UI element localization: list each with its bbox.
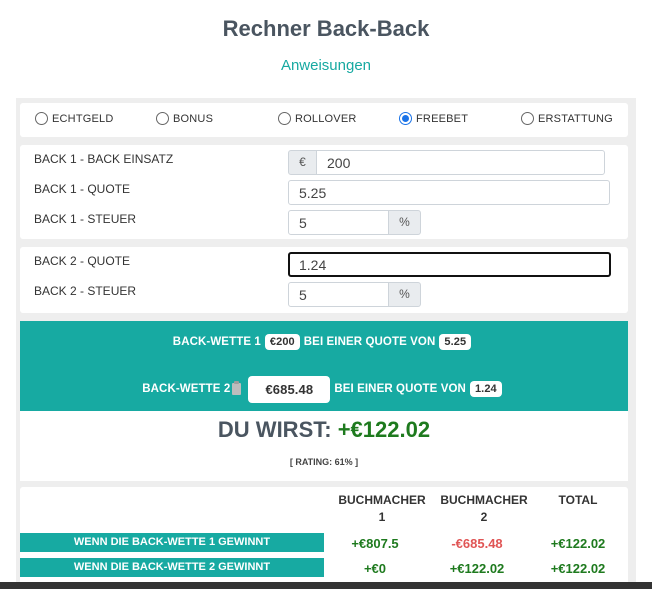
radio-erstattung[interactable]: ERSTATTUNG bbox=[521, 112, 613, 125]
radio-circle[interactable] bbox=[278, 112, 291, 125]
radio-label: FREEBET bbox=[416, 112, 469, 125]
radio-label: ROLLOVER bbox=[295, 112, 357, 125]
back1-stake-label: BACK 1 - BACK EINSATZ bbox=[34, 152, 174, 166]
bet2-stake-badge: €685.48 bbox=[248, 375, 331, 403]
header-total: TOTAL bbox=[558, 493, 598, 507]
rating-text: [ RATING: 61% ] bbox=[289, 457, 359, 467]
currency-addon: € bbox=[288, 150, 317, 175]
radio-rollover[interactable]: ROLLOVER bbox=[278, 112, 357, 125]
radio-circle[interactable] bbox=[35, 112, 48, 125]
instructions-link[interactable]: Anweisungen bbox=[0, 57, 652, 74]
bet2-odds-badge: 1.24 bbox=[469, 381, 502, 397]
bet1-summary-line: BACK-WETTE 1 €200 BEI EINER QUOTE VON 5.… bbox=[20, 332, 628, 352]
back1-odds-input[interactable]: 5.25 bbox=[288, 180, 610, 205]
bet1-mid-text: BEI EINER QUOTE VON bbox=[303, 336, 436, 348]
page-title: Rechner Back-Back bbox=[222, 16, 430, 41]
bottom-bar bbox=[0, 582, 652, 589]
row1-total: +€122.02 bbox=[550, 536, 606, 551]
mode-selector: ECHTGELD BONUS ROLLOVER FREEBET ERSTATTU… bbox=[20, 103, 628, 137]
bet1-stake-badge: €200 bbox=[264, 334, 300, 350]
back1-tax-label: BACK 1 - STEUER bbox=[34, 212, 137, 226]
header-bm1: BUCHMACHER 1 bbox=[338, 493, 426, 524]
percent-addon: % bbox=[388, 210, 421, 235]
bet2-mid-text: BEI EINER QUOTE VON bbox=[334, 383, 466, 395]
back2-card: BACK 2 - QUOTE 1.24 BACK 2 - STEUER 5 % bbox=[20, 247, 628, 313]
header-bm2: BUCHMACHER 2 bbox=[440, 493, 528, 524]
row1-label: WENN DIE BACK-WETTE 1 GEWINNT bbox=[20, 533, 324, 552]
back2-odds-label: BACK 2 - QUOTE bbox=[34, 254, 131, 268]
row2-bm2: +€122.02 bbox=[449, 561, 505, 576]
radio-label: ECHTGELD bbox=[52, 112, 114, 125]
radio-circle[interactable] bbox=[521, 112, 534, 125]
radio-echtgeld[interactable]: ECHTGELD bbox=[35, 112, 114, 125]
radio-label: ERSTATTUNG bbox=[538, 112, 613, 125]
result-line: DU WIRST: +€122.02 bbox=[20, 417, 628, 443]
back1-tax-input[interactable]: 5 bbox=[288, 210, 389, 235]
back2-tax-input[interactable]: 5 bbox=[288, 282, 389, 307]
radio-freebet[interactable]: FREEBET bbox=[399, 112, 468, 125]
percent-addon: % bbox=[388, 282, 421, 307]
bet-summary: BACK-WETTE 1 €200 BEI EINER QUOTE VON 5.… bbox=[20, 321, 628, 411]
bet2-summary-line: BACK-WETTE 2 €685.48 BEI EINER QUOTE VON… bbox=[20, 374, 628, 404]
bet2-prefix: BACK-WETTE 2 bbox=[142, 383, 231, 395]
back2-tax-label: BACK 2 - STEUER bbox=[34, 284, 137, 298]
radio-bonus[interactable]: BONUS bbox=[156, 112, 213, 125]
row1-bm2: -€685.48 bbox=[451, 536, 503, 551]
row2-bm1: +€0 bbox=[363, 561, 387, 576]
row2-label: WENN DIE BACK-WETTE 2 GEWINNT bbox=[20, 558, 324, 577]
radio-circle-selected[interactable] bbox=[399, 112, 412, 125]
result-value: +€122.02 bbox=[337, 417, 431, 442]
back2-odds-input[interactable]: 1.24 bbox=[288, 252, 611, 277]
result-box: DU WIRST: +€122.02 [ RATING: 61% ] bbox=[20, 411, 628, 481]
radio-circle[interactable] bbox=[156, 112, 169, 125]
back1-card: BACK 1 - BACK EINSATZ € 200 BACK 1 - QUO… bbox=[20, 145, 628, 239]
row1-bm1: +€807.5 bbox=[351, 536, 399, 551]
back1-stake-input[interactable]: 200 bbox=[316, 150, 605, 175]
clipboard-icon[interactable] bbox=[232, 381, 242, 395]
radio-label: BONUS bbox=[173, 112, 214, 125]
bet1-prefix: BACK-WETTE 1 bbox=[172, 336, 261, 348]
bet1-odds-badge: 5.25 bbox=[439, 334, 472, 350]
result-label: DU WIRST: bbox=[217, 417, 332, 442]
back1-odds-label: BACK 1 - QUOTE bbox=[34, 182, 131, 196]
row2-total: +€122.02 bbox=[550, 561, 606, 576]
